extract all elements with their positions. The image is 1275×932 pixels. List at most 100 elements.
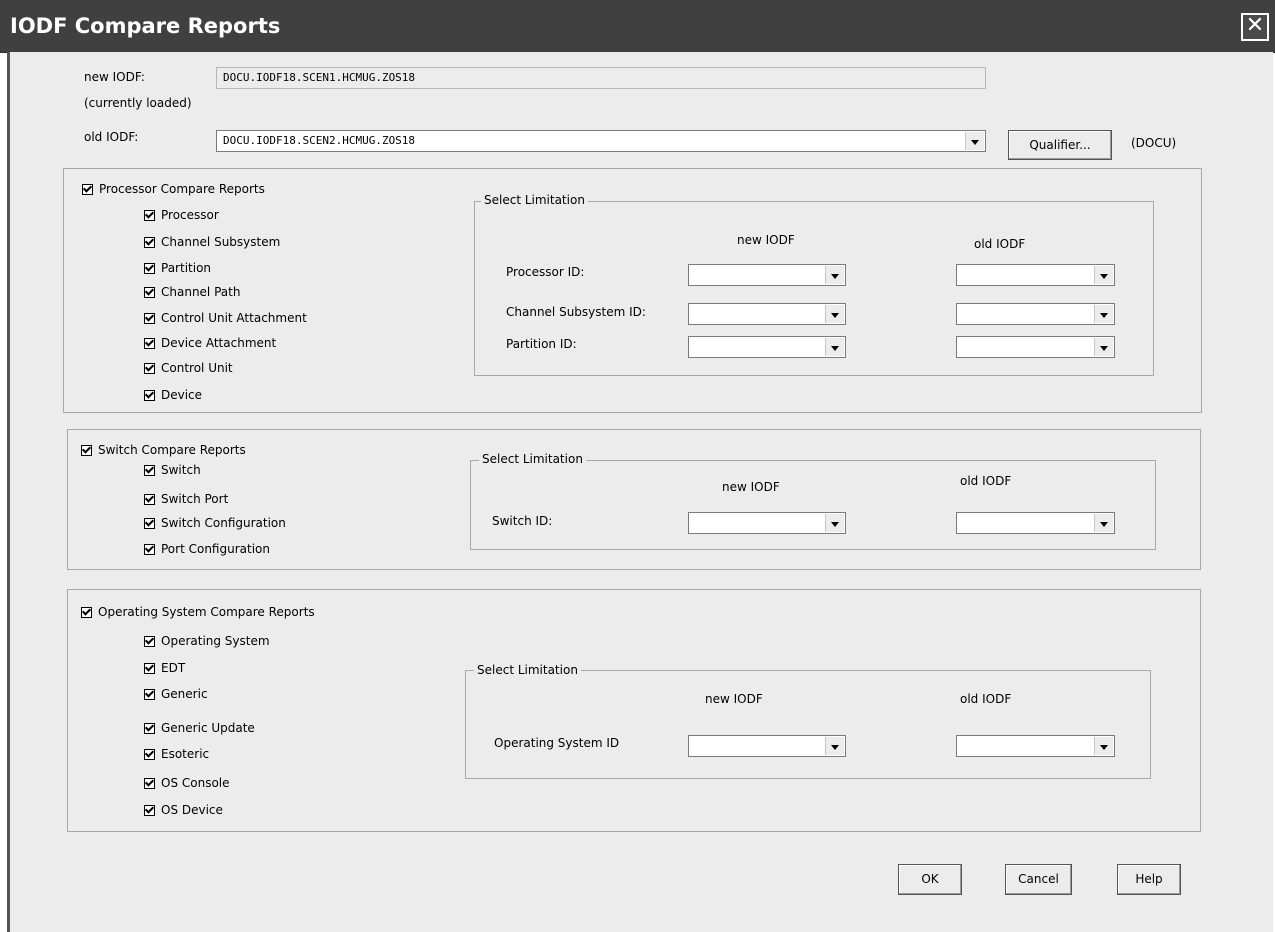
processor-item-checkbox[interactable]: Partition — [144, 261, 211, 275]
dropdown-button[interactable] — [1094, 338, 1113, 356]
checkbox-box[interactable] — [81, 606, 92, 618]
checkbox-box[interactable] — [144, 804, 155, 816]
os-select-limitation — [465, 670, 1151, 779]
os-id-old-dropdown[interactable] — [956, 735, 1115, 757]
old-iodf-value: DOCU.IODF18.SCEN2.HCMUG.ZOS18 — [223, 134, 416, 147]
checkbox-box[interactable] — [144, 362, 155, 374]
ok-button[interactable]: OK — [898, 864, 962, 895]
channel-subsystem-id-old-dropdown[interactable] — [956, 303, 1115, 325]
checkbox-box[interactable] — [82, 183, 93, 195]
os-item-label: Esoteric — [161, 747, 210, 761]
checkbox-box[interactable] — [144, 286, 155, 298]
checkbox-box[interactable] — [144, 635, 155, 647]
os-id-label: Operating System ID — [494, 736, 620, 750]
channel-subsystem-id-label: Channel Subsystem ID: — [506, 305, 646, 319]
checkbox-box[interactable] — [81, 444, 92, 456]
cancel-button[interactable]: Cancel — [1005, 864, 1072, 895]
switch-id-label: Switch ID: — [492, 514, 553, 528]
qualifier-value: (DOCU) — [1131, 136, 1177, 150]
switch-item-checkbox[interactable]: Switch Configuration — [144, 516, 286, 530]
checkbox-box[interactable] — [144, 236, 155, 248]
checkbox-box[interactable] — [144, 209, 155, 221]
dropdown-button[interactable] — [1094, 514, 1113, 532]
processor-id-label: Processor ID: — [506, 265, 585, 279]
processor-compare-label: Processor Compare Reports — [99, 182, 265, 196]
checkbox-box[interactable] — [144, 493, 155, 505]
switch-item-checkbox[interactable]: Port Configuration — [144, 542, 270, 556]
switch-compare-checkbox[interactable]: Switch Compare Reports — [81, 443, 246, 457]
processor-item-checkbox[interactable]: Control Unit Attachment — [144, 311, 307, 325]
os-item-label: Generic — [161, 687, 208, 701]
chevron-down-icon — [831, 521, 839, 527]
os-item-checkbox[interactable]: EDT — [144, 661, 185, 675]
checkbox-box[interactable] — [144, 262, 155, 274]
channel-subsystem-id-new-dropdown[interactable] — [688, 303, 846, 325]
processor-item-checkbox[interactable]: Control Unit — [144, 361, 233, 375]
old-iodf-combobox[interactable]: DOCU.IODF18.SCEN2.HCMUG.ZOS18 — [216, 130, 986, 152]
checkbox-box[interactable] — [144, 543, 155, 555]
check-icon — [144, 262, 155, 272]
switch-item-checkbox[interactable]: Switch — [144, 463, 201, 477]
os-item-label: EDT — [161, 661, 186, 675]
check-icon — [144, 337, 155, 347]
dropdown-button[interactable] — [825, 514, 844, 532]
processor-item-checkbox[interactable]: Device — [144, 388, 202, 402]
processor-id-new-dropdown[interactable] — [688, 264, 846, 286]
os-item-checkbox[interactable]: Generic — [144, 687, 208, 701]
os-item-checkbox[interactable]: OS Console — [144, 776, 230, 790]
os-item-checkbox[interactable]: OS Device — [144, 803, 223, 817]
checkbox-box[interactable] — [144, 722, 155, 734]
checkbox-box[interactable] — [144, 464, 155, 476]
dropdown-button[interactable] — [825, 305, 844, 323]
checkbox-box[interactable] — [144, 777, 155, 789]
processor-item-checkbox[interactable]: Channel Path — [144, 285, 240, 299]
dropdown-button[interactable] — [825, 737, 844, 755]
processor-item-checkbox[interactable]: Channel Subsystem — [144, 235, 280, 249]
chevron-down-icon — [831, 312, 839, 318]
processor-limitation-legend: Select Limitation — [481, 193, 588, 207]
checkbox-box[interactable] — [144, 662, 155, 674]
checkbox-box[interactable] — [144, 517, 155, 529]
processor-compare-checkbox[interactable]: Processor Compare Reports — [82, 182, 265, 196]
check-icon — [144, 543, 155, 553]
os-item-checkbox[interactable]: Generic Update — [144, 721, 255, 735]
check-icon — [144, 662, 155, 672]
partition-id-new-dropdown[interactable] — [688, 336, 846, 358]
processor-item-label: Device — [161, 388, 203, 402]
switch-limitation-legend: Select Limitation — [479, 452, 586, 466]
chevron-down-icon — [831, 273, 839, 279]
dropdown-button[interactable] — [825, 266, 844, 284]
processor-item-checkbox[interactable]: Processor — [144, 208, 219, 222]
check-icon — [144, 464, 155, 474]
qualifier-button[interactable]: Qualifier... — [1008, 130, 1112, 160]
check-icon — [144, 777, 155, 787]
os-limitation-legend: Select Limitation — [474, 663, 581, 677]
os-item-checkbox[interactable]: Operating System — [144, 634, 270, 648]
help-button[interactable]: Help — [1117, 864, 1181, 895]
dropdown-button[interactable] — [825, 338, 844, 356]
dropdown-button[interactable] — [1094, 737, 1113, 755]
dropdown-button[interactable] — [1094, 266, 1113, 284]
checkbox-box[interactable] — [144, 337, 155, 349]
check-icon — [144, 362, 155, 372]
os-item-checkbox[interactable]: Esoteric — [144, 747, 209, 761]
check-icon — [144, 286, 155, 296]
checkbox-box[interactable] — [144, 748, 155, 760]
processor-item-checkbox[interactable]: Device Attachment — [144, 336, 276, 350]
switch-item-checkbox[interactable]: Switch Port — [144, 492, 228, 506]
old-iodf-dropdown-button[interactable] — [965, 132, 984, 150]
chevron-down-icon — [1100, 521, 1108, 527]
close-icon: ✕ — [1245, 13, 1265, 38]
processor-id-old-dropdown[interactable] — [956, 264, 1115, 286]
switch-id-old-dropdown[interactable] — [956, 512, 1115, 534]
close-button[interactable]: ✕ — [1241, 13, 1269, 41]
switch-id-new-dropdown[interactable] — [688, 512, 846, 534]
checkbox-box[interactable] — [144, 389, 155, 401]
checkbox-box[interactable] — [144, 312, 155, 324]
os-id-new-dropdown[interactable] — [688, 735, 846, 757]
check-icon — [81, 444, 92, 454]
checkbox-box[interactable] — [144, 688, 155, 700]
os-compare-checkbox[interactable]: Operating System Compare Reports — [81, 605, 315, 619]
partition-id-old-dropdown[interactable] — [956, 336, 1115, 358]
dropdown-button[interactable] — [1094, 305, 1113, 323]
